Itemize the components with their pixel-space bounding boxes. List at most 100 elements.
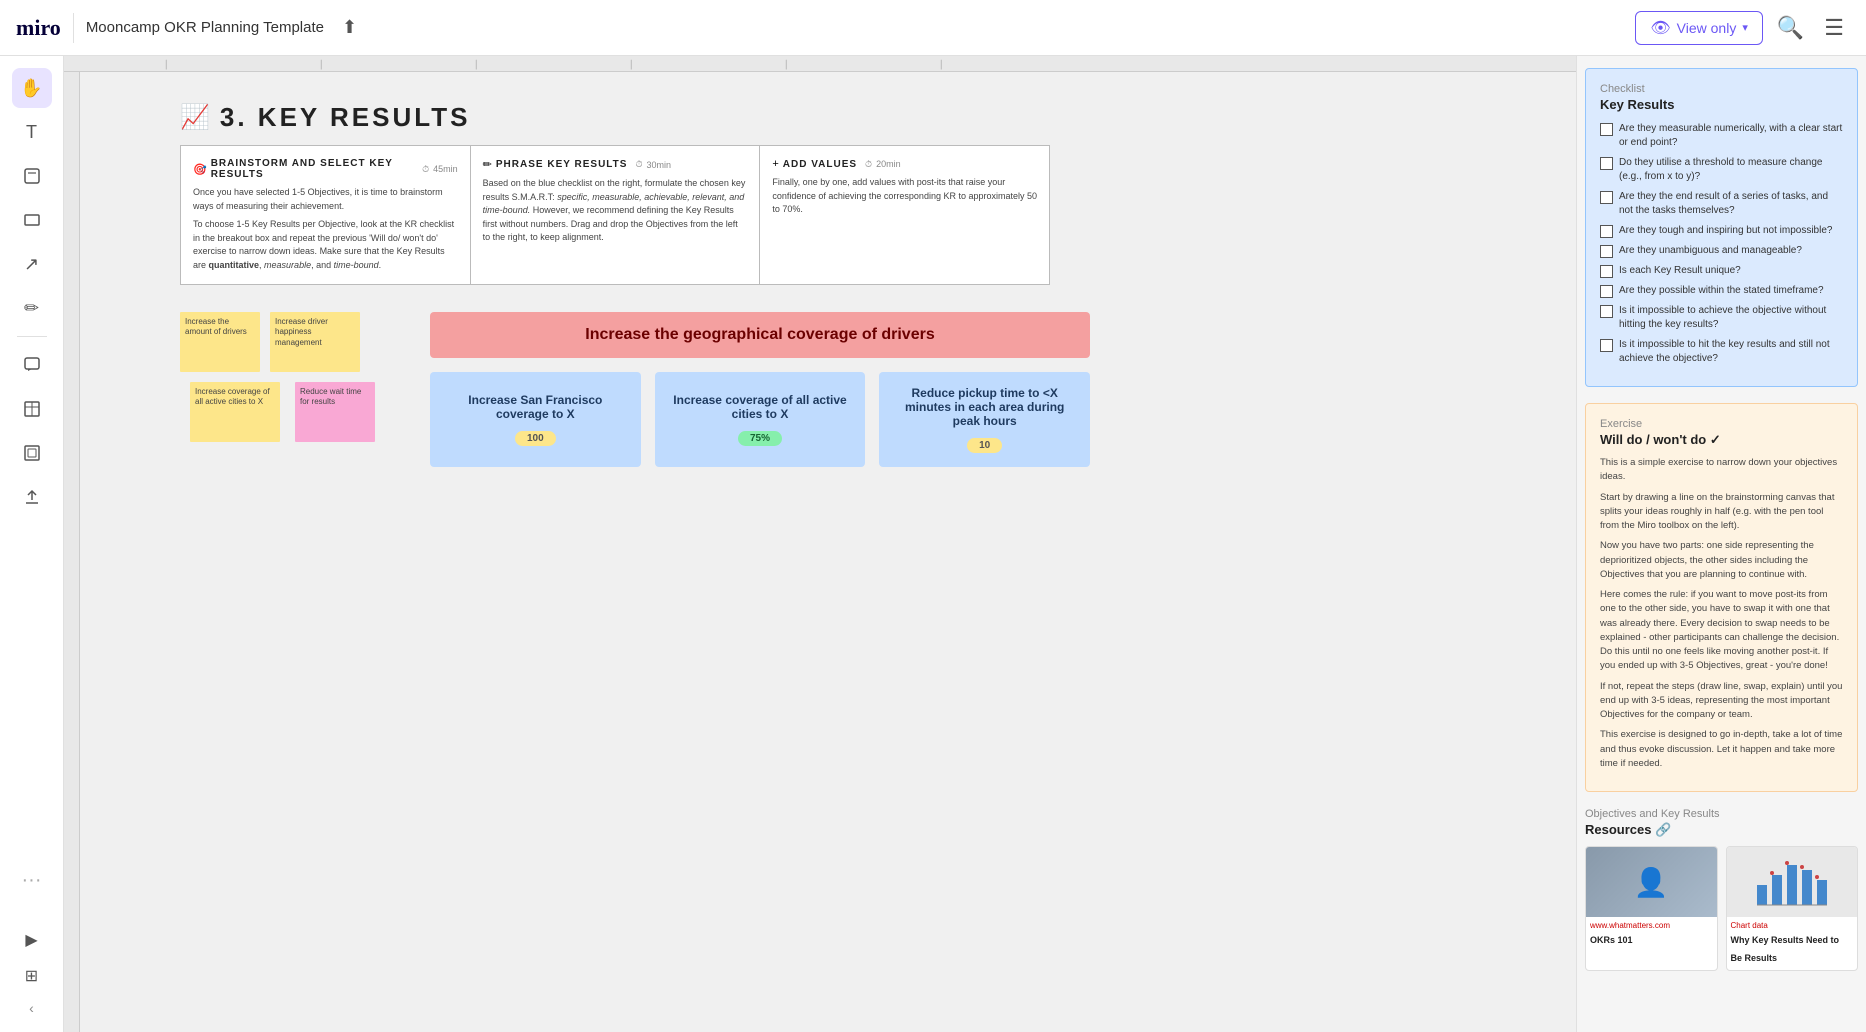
phrase-column: ✏ PHRASE KEY RESULTS ⏱ 30min Based on th… [471,146,761,284]
collapse-sidebar-button[interactable]: ‹ [20,996,44,1020]
exercise-para-6: This exercise is designed to go in-depth… [1600,728,1843,771]
brainstorm-icon2: ⏱ [422,164,429,175]
exercise-title: Will do / won't do ✓ [1600,432,1843,448]
checkbox-9[interactable] [1600,339,1613,352]
upload-button[interactable]: ⬆ [336,11,363,44]
checklist-item: Are they possible within the stated time… [1600,284,1843,298]
horizontal-ruler: │ │ │ │ │ │ [64,56,1576,72]
objective-area: Increase the geographical coverage of dr… [430,312,1090,467]
kr-card-1: Increase San Francisco coverage to X 100 [430,372,641,467]
upload-tool-button[interactable] [12,477,52,517]
add-values-header: ADD VALUES [783,159,857,170]
topbar: miro Mooncamp OKR Planning Template ⬆ 👁 … [0,0,1866,56]
add-values-body: Finally, one by one, add values with pos… [772,176,1037,217]
checklist-item: Is it impossible to achieve the objectiv… [1600,304,1843,332]
kr-card-2: Increase coverage of all active cities t… [655,372,866,467]
note-tool-button[interactable] [12,156,52,196]
add-values-icon: + [772,158,778,170]
kr-card-1-title: Increase San Francisco coverage to X [444,393,627,421]
phrase-time: 30min [646,160,671,170]
sticky-note-kr: Increase coverage of all active cities t… [190,382,280,442]
kr-card-3: Reduce pickup time to <X minutes in each… [879,372,1090,467]
text-tool-button[interactable]: T [12,112,52,152]
view-only-button[interactable]: 👁 View only ▾ [1635,11,1763,45]
brainstorm-time: 45min [433,164,458,174]
checkbox-8[interactable] [1600,305,1613,318]
search-button[interactable]: 🔍 [1771,9,1810,47]
checklist-label-3: Are they the end result of a series of t… [1619,190,1843,218]
hand-tool-button[interactable]: ✋ [12,68,52,108]
brainstorm-icon: 🎯 [193,163,207,176]
checkbox-1[interactable] [1600,123,1613,136]
brainstorm-column: 🎯 BRAINSTORM AND SELECT KEY RESULTS ⏱ 45… [181,146,471,284]
checklist-item: Do they utilise a threshold to measure c… [1600,156,1843,184]
checklist-label-7: Are they possible within the stated time… [1619,284,1824,298]
more-tools-button[interactable]: ··· [12,860,52,900]
checklist-category: Checklist [1600,83,1843,95]
kr-card-2-title: Increase coverage of all active cities t… [669,393,852,421]
exercise-panel: Exercise Will do / won't do ✓ This is a … [1585,403,1858,792]
eye-icon: 👁 [1650,18,1670,38]
search-icon: 🔍 [1777,15,1804,40]
exercise-para-4: Here comes the rule: if you want to move… [1600,588,1843,674]
arrow-tool-button[interactable]: ↗ [12,244,52,284]
canvas-viewport: 📈 3. KEY RESULTS 🎯 BRAINSTORM AND SELECT… [80,72,1576,1032]
instruction-columns: 🎯 BRAINSTORM AND SELECT KEY RESULTS ⏱ 45… [180,145,1050,285]
sticky-note: Increase the amount of drivers [180,312,260,372]
checklist-title: Key Results [1600,97,1843,112]
frame-tool-button[interactable] [12,433,52,473]
objective-box: Increase the geographical coverage of dr… [430,312,1090,358]
resource-title-1: OKRs 101 [1590,935,1633,945]
exercise-body: This is a simple exercise to narrow down… [1600,456,1843,771]
grid-view-button[interactable]: ⊞ [19,960,44,992]
objective-label: Increase the geographical coverage of dr… [444,326,1076,344]
resource-card-2[interactable]: Chart data Why Key Results Need to Be Re… [1726,846,1859,971]
section-heading: 📈 3. KEY RESULTS 🎯 BRAINSTORM AND SELECT… [180,102,1050,285]
resource-card-1[interactable]: 👤 www.whatmatters.com OKRs 101 [1585,846,1718,971]
checkbox-5[interactable] [1600,245,1613,258]
kr-card-3-badge: 10 [967,438,1002,453]
kr-card-1-badge: 100 [515,431,556,446]
checkbox-2[interactable] [1600,157,1613,170]
resource-url-1: www.whatmatters.com [1590,921,1713,930]
checklist-panel: Checklist Key Results Are they measurabl… [1585,68,1858,387]
checkbox-7[interactable] [1600,285,1613,298]
pencil-tool-button[interactable]: ✏ [12,288,52,328]
phrase-clock-icon: ⏱ [635,159,642,170]
checklist-item: Is each Key Result unique? [1600,264,1843,278]
resources-panel: Objectives and Key Results Resources 🔗 👤… [1585,808,1858,971]
upload-icon: ⬆ [342,17,357,37]
checkbox-6[interactable] [1600,265,1613,278]
menu-button[interactable]: ☰ [1818,9,1850,47]
exercise-para-1: This is a simple exercise to narrow down… [1600,456,1843,485]
checkbox-3[interactable] [1600,191,1613,204]
checklist-label-2: Do they utilise a threshold to measure c… [1619,156,1843,184]
checkbox-4[interactable] [1600,225,1613,238]
exercise-category: Exercise [1600,418,1843,430]
checklist-item: Are they unambiguous and manageable? [1600,244,1843,258]
kr-cards-row: Increase San Francisco coverage to X 100… [430,372,1090,467]
comment-tool-button[interactable] [12,345,52,385]
brainstorm-header: BRAINSTORM AND SELECT KEY RESULTS [211,158,414,180]
resources-cards: 👤 www.whatmatters.com OKRs 101 [1585,846,1858,971]
section-title: 3. KEY RESULTS [220,102,471,133]
checklist-label-5: Are they unambiguous and manageable? [1619,244,1802,258]
checklist-item: Are they tough and inspiring but not imp… [1600,224,1843,238]
exercise-para-2: Start by drawing a line on the brainstor… [1600,491,1843,534]
sticky-notes-area: Increase the amount of drivers Increase … [180,312,400,472]
checklist-label-6: Is each Key Result unique? [1619,264,1741,278]
table-tool-button[interactable] [12,389,52,429]
resources-category: Objectives and Key Results [1585,808,1858,820]
checklist-label-9: Is it impossible to hit the key results … [1619,338,1843,366]
canvas-area: │ │ │ │ │ │ 📈 3. KEY RESULTS [64,56,1576,1032]
resources-title: Resources 🔗 [1585,822,1858,838]
view-only-label: View only [1677,20,1737,36]
shape-tool-button[interactable] [12,200,52,240]
phrase-body: Based on the blue checklist on the right… [483,177,748,245]
presentation-mode-button[interactable]: ▶ [19,924,43,956]
checklist-label-4: Are they tough and inspiring but not imp… [1619,224,1832,238]
checklist-label-1: Are they measurable numerically, with a … [1619,122,1843,150]
resource-thumb-2 [1727,847,1858,917]
section-emoji: 📈 [180,103,210,132]
sticky-note-pink: Reduce wait time for results [295,382,375,442]
